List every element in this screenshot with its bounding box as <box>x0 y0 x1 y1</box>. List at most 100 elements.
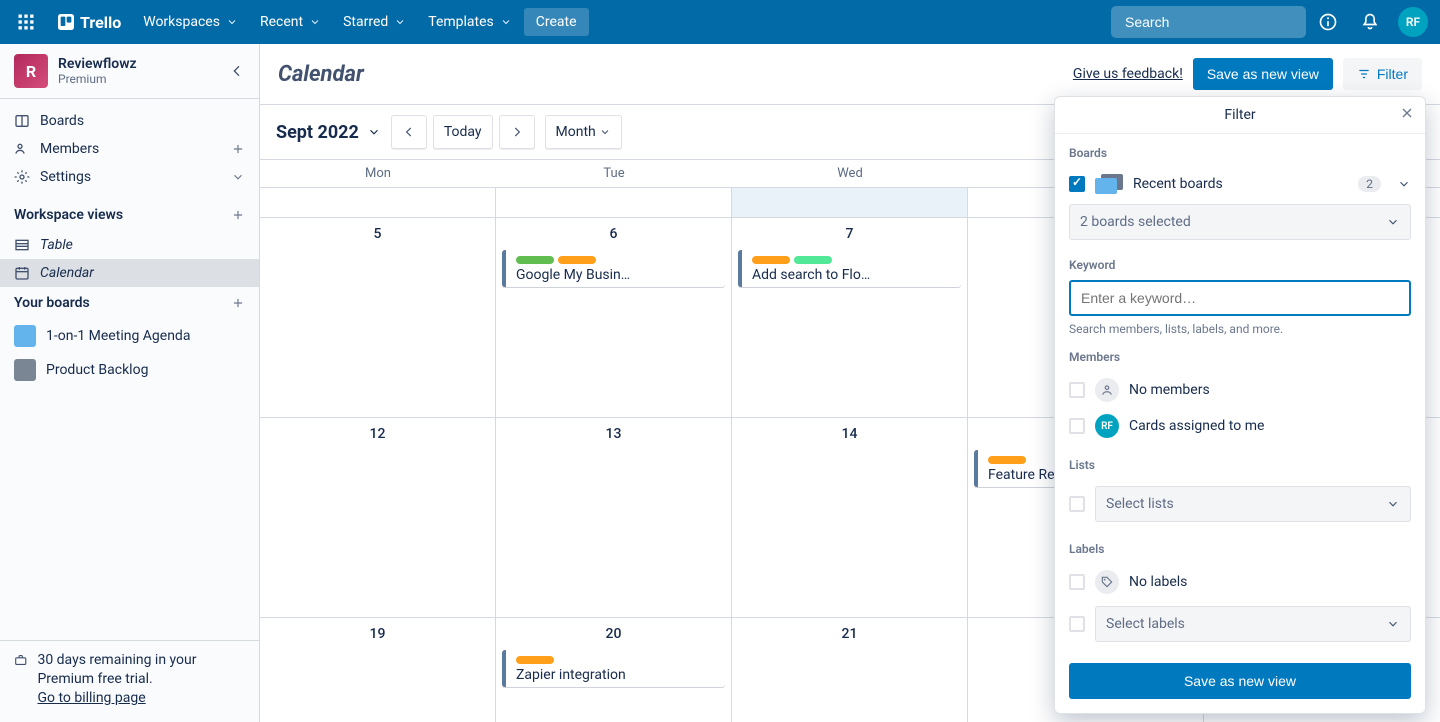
briefcase-icon <box>14 651 27 669</box>
workspaces-menu[interactable]: Workspaces <box>133 8 248 36</box>
sidebar-view-table[interactable]: Table <box>0 231 259 259</box>
trial-banner: 30 days remaining in your Premium free t… <box>0 640 259 722</box>
recent-boards-checkbox[interactable] <box>1069 176 1085 192</box>
prev-button[interactable] <box>391 115 427 149</box>
billing-link[interactable]: Go to billing page <box>37 690 145 706</box>
save-view-button[interactable]: Save as new view <box>1193 58 1333 90</box>
plus-icon <box>231 296 245 310</box>
keyword-hint: Search members, lists, labels, and more. <box>1069 322 1411 336</box>
app-switcher-button[interactable] <box>6 6 46 38</box>
feedback-link[interactable]: Give us feedback! <box>1073 66 1183 82</box>
close-icon <box>1399 105 1415 121</box>
expand-recent-boards[interactable] <box>1397 177 1411 191</box>
templates-menu[interactable]: Templates <box>418 8 522 36</box>
view-title: Calendar <box>278 62 364 87</box>
calendar-cell[interactable]: 21 <box>732 618 968 722</box>
chevron-down-icon <box>394 16 406 28</box>
sidebar-collapse-button[interactable] <box>225 59 249 83</box>
recent-menu[interactable]: Recent <box>250 8 331 36</box>
filter-keyword-label: Keyword <box>1069 258 1411 272</box>
starred-menu[interactable]: Starred <box>333 8 416 36</box>
sidebar-item-settings[interactable]: Settings <box>0 163 259 191</box>
sidebar-item-boards[interactable]: Boards <box>0 107 259 135</box>
trello-icon <box>58 14 74 30</box>
brand-name: Trello <box>80 13 121 32</box>
sidebar-item-members[interactable]: Members <box>0 135 259 163</box>
calendar-card[interactable]: Add search to Flo… <box>738 250 961 287</box>
filter-panel: Filter Boards Recent boards 2 2 boa <box>1054 96 1426 714</box>
keyword-input[interactable] <box>1069 280 1411 316</box>
trello-logo[interactable]: Trello <box>48 7 131 38</box>
calendar-card[interactable]: Zapier integration <box>502 650 725 687</box>
sidebar-view-calendar[interactable]: Calendar <box>0 259 259 287</box>
create-button[interactable]: Create <box>524 8 589 36</box>
calendar-cell[interactable]: 13 <box>496 418 732 617</box>
search-input[interactable] <box>1125 14 1306 30</box>
chevron-down-icon <box>1386 215 1400 229</box>
sidebar-board-item[interactable]: 1-on-1 Meeting Agenda <box>0 319 259 353</box>
no-members-label: No members <box>1129 382 1210 398</box>
calendar-icon <box>14 265 30 281</box>
select-labels-dropdown[interactable]: Select labels <box>1095 606 1411 642</box>
user-avatar-small: RF <box>1095 414 1119 438</box>
assigned-to-me-label: Cards assigned to me <box>1129 418 1264 434</box>
calendar-cell[interactable]: 6 Google My Busin… <box>496 218 732 417</box>
day-header: Mon <box>260 160 496 187</box>
label-orange <box>516 656 554 664</box>
calendar-cell[interactable]: 14 <box>732 418 968 617</box>
chevron-down-icon <box>309 16 321 28</box>
calendar-cell[interactable] <box>260 188 496 217</box>
lists-checkbox[interactable] <box>1069 496 1085 512</box>
chevron-left-icon <box>229 63 245 79</box>
filter-panel-header: Filter <box>1055 97 1425 134</box>
calendar-card[interactable]: Google My Busin… <box>502 250 725 287</box>
filter-button[interactable]: Filter <box>1343 58 1422 90</box>
today-button[interactable]: Today <box>433 115 493 149</box>
your-boards-heading: Your boards <box>0 287 259 319</box>
filter-members-label: Members <box>1069 350 1411 364</box>
label-orange <box>988 456 1026 464</box>
workspace-tier: Premium <box>58 72 137 86</box>
bell-icon <box>1360 12 1380 32</box>
calendar-cell[interactable]: 20 Zapier integration <box>496 618 732 722</box>
calendar-cell[interactable]: 12 <box>260 418 496 617</box>
filter-save-view-button[interactable]: Save as new view <box>1069 663 1411 699</box>
user-avatar[interactable]: RF <box>1398 7 1428 37</box>
sidebar-board-item[interactable]: Product Backlog <box>0 353 259 387</box>
calendar-cell[interactable] <box>496 188 732 217</box>
no-members-checkbox[interactable] <box>1069 382 1085 398</box>
settings-expand-button[interactable] <box>231 170 245 184</box>
notifications-button[interactable] <box>1350 6 1390 38</box>
calendar-cell[interactable]: 7 Add search to Flo… <box>732 218 968 417</box>
chevron-down-icon <box>1386 617 1400 631</box>
label-green <box>516 256 554 264</box>
calendar-cell[interactable]: 19 <box>260 618 496 722</box>
range-selector[interactable]: Month <box>545 115 623 149</box>
no-labels-label: No labels <box>1129 574 1187 590</box>
table-icon <box>14 237 30 253</box>
top-nav: Trello Workspaces Recent Starred Templat… <box>0 0 1440 44</box>
board-icon <box>14 113 30 129</box>
select-lists-dropdown[interactable]: Select lists <box>1095 486 1411 522</box>
chevron-down-icon <box>367 125 381 139</box>
label-orange <box>752 256 790 264</box>
assigned-to-me-checkbox[interactable] <box>1069 418 1085 434</box>
filter-panel-title: Filter <box>1224 107 1255 123</box>
add-view-button[interactable] <box>231 208 245 222</box>
boards-selected-dropdown[interactable]: 2 boards selected <box>1069 204 1411 240</box>
info-button[interactable] <box>1308 6 1348 38</box>
next-button[interactable] <box>499 115 535 149</box>
calendar-cell[interactable] <box>732 188 968 217</box>
gear-icon <box>14 169 30 185</box>
labels-checkbox[interactable] <box>1069 616 1085 632</box>
month-selector[interactable]: Sept 2022 <box>276 122 381 143</box>
add-board-button[interactable] <box>231 296 245 310</box>
add-member-button[interactable] <box>231 142 245 156</box>
trial-text: 30 days remaining in your Premium free t… <box>37 652 196 687</box>
no-labels-checkbox[interactable] <box>1069 574 1085 590</box>
plus-icon <box>231 142 245 156</box>
close-button[interactable] <box>1399 105 1415 121</box>
search-bar[interactable] <box>1111 6 1306 38</box>
plus-icon <box>231 208 245 222</box>
calendar-cell[interactable]: 5 <box>260 218 496 417</box>
